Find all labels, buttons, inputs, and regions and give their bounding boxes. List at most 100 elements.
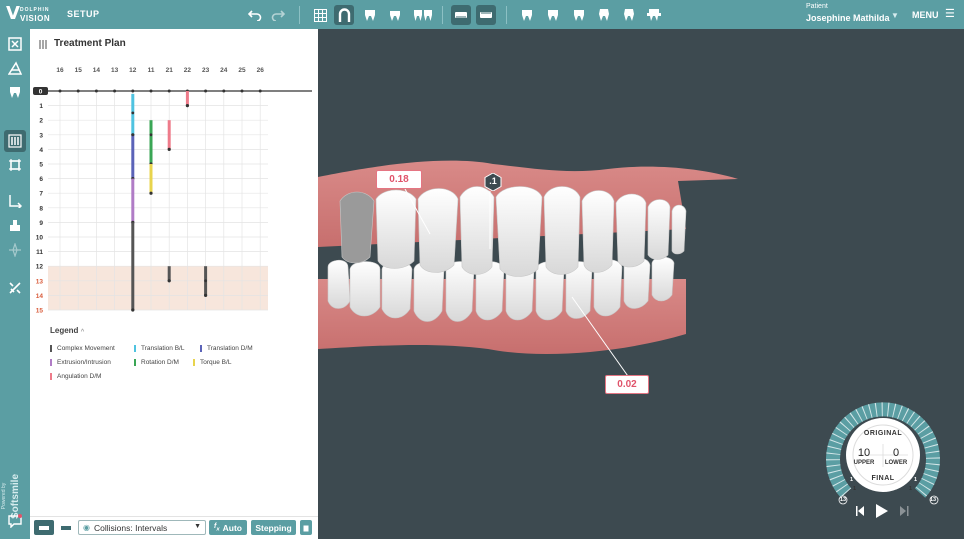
movement-stage-dot xyxy=(131,308,135,312)
upper-teeth-icon[interactable] xyxy=(360,5,380,25)
ipr-icon[interactable] xyxy=(4,239,26,261)
tooth-number-label: 12 xyxy=(129,67,137,74)
view-front-icon[interactable] xyxy=(517,5,537,25)
stepping-button[interactable]: Stepping xyxy=(251,520,296,535)
attachment-icon[interactable] xyxy=(4,214,26,236)
baseline-dot xyxy=(76,89,80,93)
stage-label: 4 xyxy=(39,147,43,154)
aligner-toggle-button[interactable] xyxy=(57,520,75,535)
segmentation-icon[interactable] xyxy=(4,57,26,79)
stage-label: 6 xyxy=(39,176,43,183)
chat-icon[interactable] xyxy=(4,510,26,532)
upper-stage-value: 10 xyxy=(857,447,871,459)
marker-label: .1 xyxy=(489,176,497,186)
dial-end-label: 13 xyxy=(930,497,937,503)
measurement-upper[interactable]: 0.18 xyxy=(376,170,422,189)
stage-label: 8 xyxy=(39,205,43,212)
view-top-icon[interactable] xyxy=(594,5,614,25)
lower-teeth-icon[interactable] xyxy=(385,5,405,25)
view-left-icon[interactable] xyxy=(543,5,563,25)
redo-icon[interactable] xyxy=(268,5,288,25)
legend-item: Angulation D/M xyxy=(50,373,101,380)
aligner-upper-icon[interactable] xyxy=(451,5,471,25)
legend-toggle-icon[interactable]: ^ xyxy=(81,329,85,335)
dial-tick-label: 1 xyxy=(853,486,857,492)
hamburger-icon[interactable]: ☰ xyxy=(945,9,955,20)
eye-icon: ◉ xyxy=(83,523,90,532)
baseline-dot xyxy=(113,89,117,93)
treatment-plan-icon xyxy=(38,37,49,55)
undo-icon[interactable] xyxy=(245,5,265,25)
stage-dial-ring[interactable] xyxy=(822,397,944,509)
panel-title: Treatment Plan xyxy=(54,38,126,49)
chevron-down-icon: ▼ xyxy=(194,523,201,530)
stage-dial[interactable]: ORIGINAL 10 0 UPPER LOWER FINAL 1 1 1 1 … xyxy=(822,397,944,509)
tooth-number-label: 25 xyxy=(238,67,246,74)
legend-item: Translation B/L xyxy=(134,345,184,352)
treatment-plan-icon[interactable] xyxy=(4,130,26,152)
logo-brand: DOLPHIN xyxy=(20,7,50,13)
tooth-icon[interactable] xyxy=(4,81,26,103)
legend-swatch xyxy=(50,345,52,352)
baseline-dot xyxy=(204,89,208,93)
patient-name[interactable]: Josephine Mathilda xyxy=(806,13,890,23)
auto-label: Auto xyxy=(222,522,242,533)
movement-stage-dot xyxy=(167,147,171,151)
legend-title[interactable]: Legend ^ xyxy=(50,326,84,335)
movement-stage-dot xyxy=(131,133,135,137)
stage-label: 0 xyxy=(39,89,43,96)
measurement-lower[interactable]: 0.02 xyxy=(605,375,649,394)
marker-badge[interactable]: .1 xyxy=(484,173,502,191)
baseline-dot xyxy=(58,89,62,93)
stage-label: 11 xyxy=(36,249,43,256)
legend-item: Complex Movement xyxy=(50,345,115,352)
baseline-dot xyxy=(240,89,244,93)
grid-icon[interactable] xyxy=(310,5,330,25)
panel-bottom-toolbar: ◉ Collisions: Intervals ▼ fx Auto Steppin… xyxy=(30,516,318,539)
legend-item: Rotation D/M xyxy=(134,359,179,366)
trash-icon[interactable] xyxy=(300,520,312,535)
auto-button[interactable]: fx Auto xyxy=(209,520,247,535)
stage-label: 13 xyxy=(36,278,44,285)
arch-icon[interactable] xyxy=(334,5,354,25)
movement-stage-dot xyxy=(204,293,208,297)
tooth-number-label: 11 xyxy=(148,67,155,74)
stage-label: 9 xyxy=(39,220,43,227)
stage-label: 10 xyxy=(36,235,44,242)
upper-label: UPPER xyxy=(853,460,875,466)
baseline-dot xyxy=(149,89,153,93)
aligner-lower-icon[interactable] xyxy=(476,5,496,25)
lower-label: LOWER xyxy=(884,460,908,466)
legend-item: Torque B/L xyxy=(193,359,231,366)
tools-icon[interactable] xyxy=(4,277,26,299)
photos-icon[interactable] xyxy=(4,33,26,55)
final-label[interactable]: FINAL xyxy=(853,475,913,482)
logo-product: VISION xyxy=(20,14,51,23)
menu-button[interactable]: MENU xyxy=(912,10,939,20)
movement-icon[interactable] xyxy=(4,190,26,212)
movement-stage-dot xyxy=(185,104,189,108)
movement-stage-dot xyxy=(204,279,208,283)
powered-by-label: Powered by xyxy=(1,482,8,510)
legend-item: Translation D/M xyxy=(200,345,253,352)
treatment-plan-panel: Treatment Plan 16 15 14 13 12 11 21 22 23 24 25 26 0… xyxy=(30,29,318,539)
both-teeth-icon[interactable] xyxy=(411,5,435,25)
chevron-down-icon[interactable]: ▼ xyxy=(891,11,899,20)
view-bottom-icon[interactable] xyxy=(619,5,639,25)
legend-swatch xyxy=(134,345,136,352)
tooth-number-label: 24 xyxy=(220,67,228,74)
baseline-dot xyxy=(131,89,135,93)
stage-label: 12 xyxy=(36,264,44,271)
view-back-icon[interactable] xyxy=(644,5,664,25)
tooth-number-label: 23 xyxy=(202,67,210,74)
legend-swatch xyxy=(50,373,52,380)
legend-swatch xyxy=(134,359,136,366)
collisions-select[interactable]: ◉ Collisions: Intervals ▼ xyxy=(78,520,206,535)
toolbar-divider xyxy=(442,6,443,24)
movement-stage-dot xyxy=(167,279,171,283)
view-right-icon[interactable] xyxy=(569,5,589,25)
setup-tab[interactable]: SETUP xyxy=(67,9,100,19)
original-label[interactable]: ORIGINAL xyxy=(853,430,913,437)
setup-icon[interactable] xyxy=(4,154,26,176)
aligner-view-button[interactable] xyxy=(34,520,54,535)
